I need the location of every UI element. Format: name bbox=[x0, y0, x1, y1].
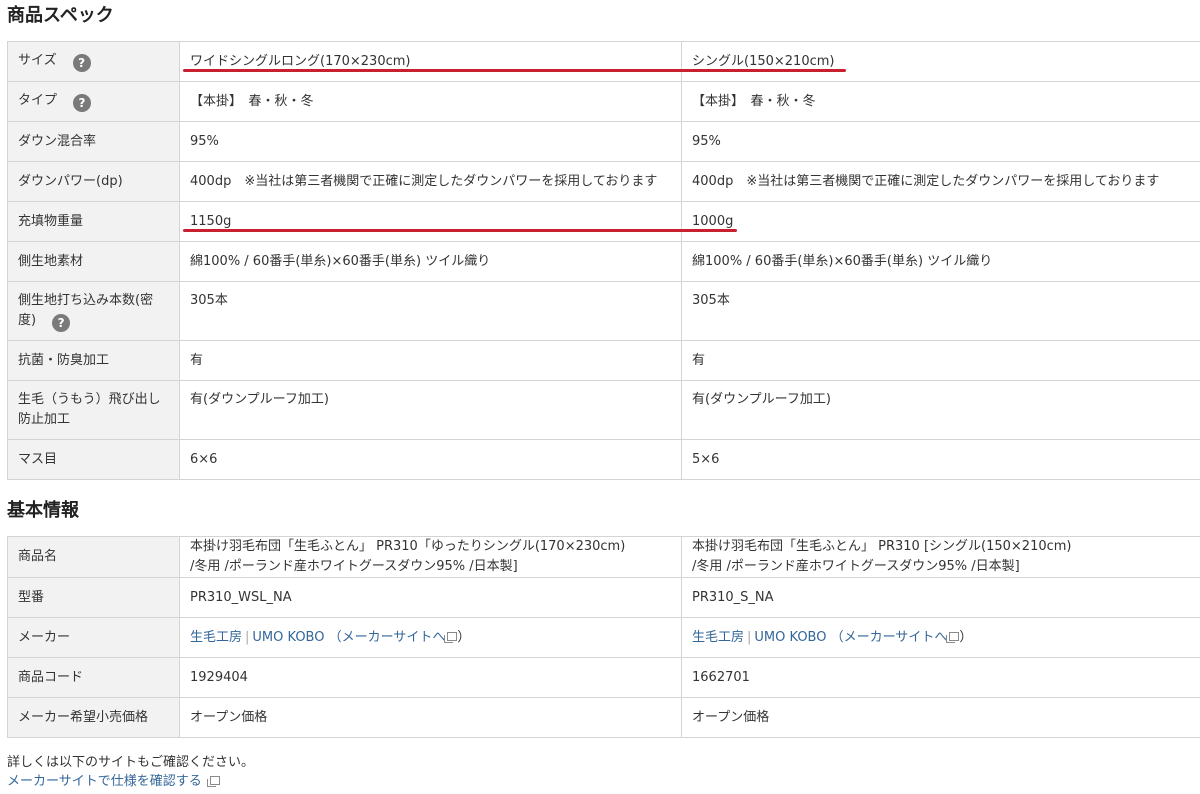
spec-label-fill-weight: 充填物重量 bbox=[7, 201, 180, 242]
table-row: メーカー 生毛工房 | UMO KOBO （メーカーサイトへ） 生毛工房 | UMO K… bbox=[7, 617, 1200, 658]
question-circle-icon[interactable]: ? bbox=[72, 54, 91, 72]
separator: | bbox=[747, 629, 752, 645]
spec-value: 【本掛】 春・秋・冬 bbox=[179, 81, 682, 122]
spec-label-size: サイズ? bbox=[7, 41, 180, 82]
spec-value: シングル(150×210cm) bbox=[681, 41, 1200, 82]
question-circle-icon[interactable]: ? bbox=[73, 94, 92, 112]
table-row: 抗菌・防臭加工 有 有 bbox=[7, 340, 1200, 381]
maker-link-umokobo[interactable]: UMO KOBO bbox=[252, 630, 324, 645]
footer-link-row: メーカーサイトで仕様を確認する bbox=[7, 773, 220, 791]
spec-value: 305本 bbox=[179, 281, 682, 341]
spec-label-down-ratio: ダウン混合率 bbox=[7, 121, 180, 162]
table-row: メーカー希望小売価格 オープン価格 オープン価格 bbox=[7, 697, 1200, 738]
basic-value: 生毛工房 | UMO KOBO （メーカーサイトへ） bbox=[179, 617, 682, 658]
table-row: 商品コード 1929404 1662701 bbox=[7, 657, 1200, 698]
maker-site-link[interactable]: （メーカーサイトへ bbox=[329, 630, 458, 645]
basic-value: 1662701 bbox=[681, 657, 1200, 698]
spec-value: 有 bbox=[179, 340, 682, 381]
spec-label-thread-count: 側生地打ち込み本数(密 度)? bbox=[7, 281, 180, 341]
basic-label-product-name: 商品名 bbox=[7, 536, 180, 578]
external-link-icon bbox=[206, 776, 220, 787]
basic-value: 本掛け羽毛布団「生毛ふとん」 PR310「ゆったりシングル(170×230cm)… bbox=[179, 536, 682, 578]
external-link-icon bbox=[946, 631, 960, 643]
spec-label-grid: マス目 bbox=[7, 439, 180, 480]
table-row: マス目 6×6 5×6 bbox=[7, 439, 1200, 480]
spec-value: ワイドシングルロング(170×230cm) bbox=[179, 41, 682, 82]
spec-value: 95% bbox=[681, 121, 1200, 162]
spec-table: サイズ? ワイドシングルロング(170×230cm) シングル(150×210c… bbox=[7, 41, 1200, 480]
highlight-underline-weight bbox=[183, 229, 737, 232]
basic-value: 本掛け羽毛布団「生毛ふとん」 PR310 [シングル(150×210cm)/冬用… bbox=[681, 536, 1200, 578]
basic-value: オープン価格 bbox=[179, 697, 682, 738]
table-row: サイズ? ワイドシングルロング(170×230cm) シングル(150×210c… bbox=[7, 41, 1200, 82]
spec-label-down-power: ダウンパワー(dp) bbox=[7, 161, 180, 202]
spec-value: 400dp ※当社は第三者機関で正確に測定したダウンパワーを採用しております bbox=[179, 161, 682, 202]
highlight-underline-size bbox=[183, 69, 846, 72]
spec-value: 5×6 bbox=[681, 439, 1200, 480]
basic-label-product-code: 商品コード bbox=[7, 657, 180, 698]
basic-section-title: 基本情報 bbox=[7, 500, 79, 521]
table-row: ダウンパワー(dp) 400dp ※当社は第三者機関で正確に測定したダウンパワー… bbox=[7, 161, 1200, 202]
spec-value: 有(ダウンプルーフ加工) bbox=[681, 380, 1200, 440]
table-row: 側生地素材 綿100% / 60番手(単糸)×60番手(単糸) ツイル織り 綿1… bbox=[7, 241, 1200, 282]
maker-spec-link[interactable]: メーカーサイトで仕様を確認する bbox=[7, 774, 202, 789]
spec-value: 1150g bbox=[179, 201, 682, 242]
separator: | bbox=[245, 629, 250, 645]
table-row: 型番 PR310_WSL_NA PR310_S_NA bbox=[7, 577, 1200, 618]
basic-label-msrp: メーカー希望小売価格 bbox=[7, 697, 180, 738]
spec-value: 有(ダウンプルーフ加工) bbox=[179, 380, 682, 440]
basic-value: オープン価格 bbox=[681, 697, 1200, 738]
spec-value: 400dp ※当社は第三者機関で正確に測定したダウンパワーを採用しております bbox=[681, 161, 1200, 202]
basic-value: 生毛工房 | UMO KOBO （メーカーサイトへ） bbox=[681, 617, 1200, 658]
spec-value: 305本 bbox=[681, 281, 1200, 341]
footer-note: 詳しくは以下のサイトもご確認ください。 bbox=[7, 755, 255, 770]
external-link-icon bbox=[444, 631, 458, 643]
spec-value: 有 bbox=[681, 340, 1200, 381]
spec-value: 綿100% / 60番手(単糸)×60番手(単糸) ツイル織り bbox=[681, 241, 1200, 282]
question-circle-icon[interactable]: ? bbox=[52, 314, 71, 332]
basic-value: 1929404 bbox=[179, 657, 682, 698]
table-row: 商品名 本掛け羽毛布団「生毛ふとん」 PR310「ゆったりシングル(170×23… bbox=[7, 536, 1200, 578]
basic-label-maker: メーカー bbox=[7, 617, 180, 658]
spec-value: 95% bbox=[179, 121, 682, 162]
basic-value: PR310_S_NA bbox=[681, 577, 1200, 618]
table-row: 側生地打ち込み本数(密 度)? 305本 305本 bbox=[7, 281, 1200, 341]
basic-label-model: 型番 bbox=[7, 577, 180, 618]
basic-info-table: 商品名 本掛け羽毛布団「生毛ふとん」 PR310「ゆったりシングル(170×23… bbox=[7, 536, 1200, 738]
spec-label-downproof: 生毛（うもう）飛び出し 防止加工 bbox=[7, 380, 180, 440]
maker-link-umo[interactable]: 生毛工房 bbox=[692, 630, 744, 645]
maker-link-umokobo[interactable]: UMO KOBO bbox=[754, 630, 826, 645]
spec-value: 6×6 bbox=[179, 439, 682, 480]
spec-label-type: タイプ? bbox=[7, 81, 180, 122]
spec-label-fabric: 側生地素材 bbox=[7, 241, 180, 282]
spec-label-antibacterial: 抗菌・防臭加工 bbox=[7, 340, 180, 381]
spec-section-title: 商品スペック bbox=[7, 5, 114, 26]
spec-value: 1000g bbox=[681, 201, 1200, 242]
table-row: タイプ? 【本掛】 春・秋・冬 【本掛】 春・秋・冬 bbox=[7, 81, 1200, 122]
spec-value: 【本掛】 春・秋・冬 bbox=[681, 81, 1200, 122]
maker-site-link[interactable]: （メーカーサイトへ bbox=[831, 630, 960, 645]
maker-link-umo[interactable]: 生毛工房 bbox=[190, 630, 242, 645]
table-row: 生毛（うもう）飛び出し 防止加工 有(ダウンプルーフ加工) 有(ダウンプルーフ加工… bbox=[7, 380, 1200, 440]
basic-value: PR310_WSL_NA bbox=[179, 577, 682, 618]
table-row: ダウン混合率 95% 95% bbox=[7, 121, 1200, 162]
spec-value: 綿100% / 60番手(単糸)×60番手(単糸) ツイル織り bbox=[179, 241, 682, 282]
table-row: 充填物重量 1150g 1000g bbox=[7, 201, 1200, 242]
